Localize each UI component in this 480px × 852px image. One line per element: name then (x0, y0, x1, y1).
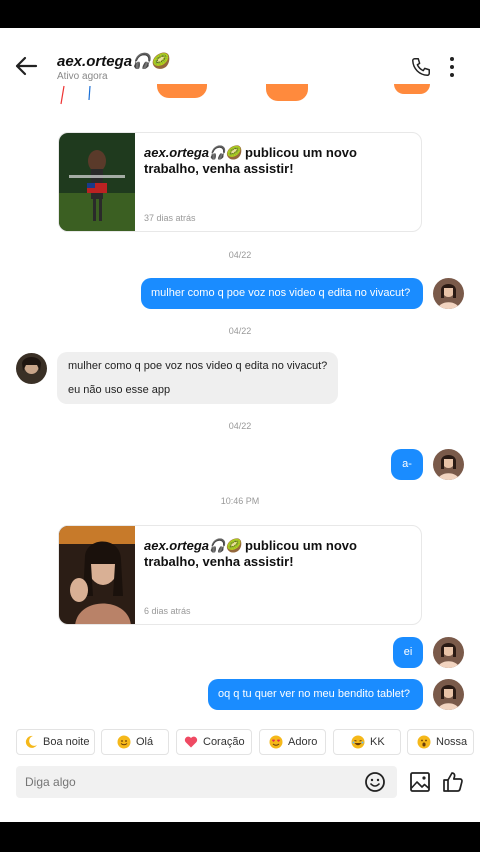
message-input[interactable] (25, 766, 345, 798)
card-time: 37 dias atrás (144, 213, 196, 223)
avatar[interactable] (433, 278, 464, 309)
quick-reply-kk[interactable]: KK (333, 729, 401, 755)
date-separator: 04/22 (228, 326, 252, 336)
active-status: Ativo agora (57, 71, 108, 82)
avatar[interactable] (433, 679, 464, 710)
avatar[interactable] (433, 637, 464, 668)
previous-sticker-fragment (266, 84, 308, 101)
quick-reply-coracao[interactable]: Coração (176, 729, 252, 755)
message-composer (16, 766, 397, 798)
emoji-picker-icon[interactable] (364, 771, 386, 793)
shared-video-card[interactable]: aex.ortega🎧🥝 publicou um novo trabalho, … (58, 525, 422, 625)
heart-eyes-icon (269, 735, 283, 749)
date-separator: 10:46 PM (220, 496, 260, 506)
quick-reply-label: Coração (203, 736, 245, 748)
outgoing-message[interactable]: ei (393, 637, 423, 668)
more-options-icon[interactable] (446, 56, 458, 78)
quick-reply-label: Olá (136, 736, 154, 748)
card-author: aex.ortega🎧🥝 (144, 145, 242, 160)
outgoing-message[interactable]: oq q tu quer ver no meu bendito tablet? (208, 679, 423, 710)
video-thumbnail[interactable] (59, 133, 135, 232)
card-text: aex.ortega🎧🥝 publicou um novo trabalho, … (144, 145, 414, 177)
heart-icon (184, 736, 198, 748)
video-thumbnail[interactable] (59, 526, 135, 625)
date-separator: 04/22 (228, 250, 252, 260)
quick-reply-boa-noite[interactable]: Boa noite (16, 729, 95, 755)
outgoing-message[interactable]: mulher como q poe voz nos video q edita … (141, 278, 423, 309)
laughing-face-icon (351, 735, 365, 749)
previous-message-fragment (60, 85, 91, 105)
previous-sticker-fragment (157, 84, 207, 98)
quick-reply-label: KK (370, 736, 385, 748)
incoming-message[interactable]: mulher como q poe voz nos video q edita … (57, 352, 338, 404)
previous-sticker-fragment (394, 84, 430, 94)
avatar[interactable] (16, 353, 47, 384)
reply-text: eu não uso esse app (68, 384, 171, 396)
thumbs-up-icon[interactable] (441, 770, 465, 794)
chat-username[interactable]: aex.ortega🎧🥝 (57, 52, 169, 70)
back-arrow-icon[interactable] (12, 52, 40, 80)
quick-reply-adoro[interactable]: Adoro (259, 729, 326, 755)
outgoing-message[interactable]: a- (391, 449, 423, 480)
shared-video-card[interactable]: aex.ortega🎧🥝 publicou um novo trabalho, … (58, 132, 422, 232)
avatar[interactable] (433, 449, 464, 480)
image-gallery-icon[interactable] (409, 771, 431, 793)
quick-reply-nossa[interactable]: Nossa (407, 729, 474, 755)
chat-screen: aex.ortega🎧🥝 Ativo agora aex.ortega🎧🥝 pu… (0, 28, 480, 822)
surprised-face-icon (417, 735, 431, 749)
quick-reply-label: Adoro (288, 736, 318, 748)
quick-reply-ola[interactable]: Olá (101, 729, 169, 755)
card-author: aex.ortega🎧🥝 (144, 538, 242, 553)
quick-reply-label: Nossa (436, 736, 468, 748)
card-text: aex.ortega🎧🥝 publicou um novo trabalho, … (144, 538, 414, 570)
phone-call-icon[interactable] (410, 56, 432, 78)
card-time: 6 dias atrás (144, 606, 191, 616)
quoted-message: mulher como q poe voz nos video q edita … (68, 360, 328, 372)
smile-face-icon (117, 735, 131, 749)
crescent-moon-icon (25, 735, 37, 748)
quick-reply-label: Boa noite (43, 736, 90, 748)
date-separator: 04/22 (228, 421, 252, 431)
chat-header: aex.ortega🎧🥝 Ativo agora (0, 28, 480, 84)
